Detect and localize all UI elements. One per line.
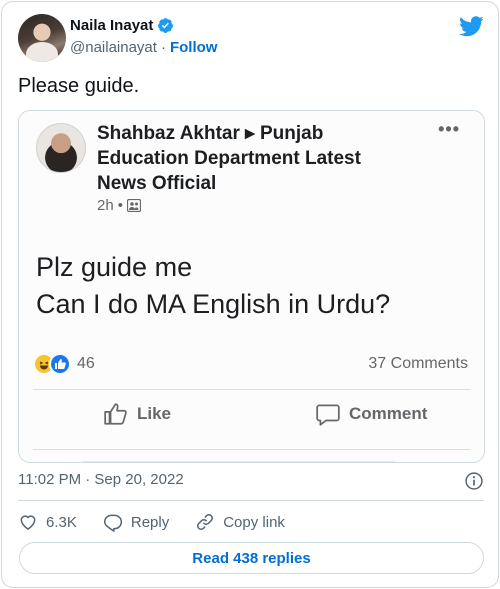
like-reaction-icon xyxy=(49,353,71,375)
author-name-row: Naila Inayat xyxy=(70,17,174,34)
author-handle[interactable]: @nailainayat xyxy=(70,39,157,56)
reply-label: Reply xyxy=(130,513,170,531)
tweet-text: Please guide. xyxy=(18,75,140,97)
facebook-post-screenshot: Shahbaz Akhtar ▸ Punjab Education Depart… xyxy=(19,111,484,462)
post-actions: Like Comment xyxy=(19,401,484,441)
post-body-line-2: Can I do MA English in Urdu? xyxy=(36,289,391,319)
comments-count: 37 Comments xyxy=(368,355,468,372)
post-body-line-1: Plz guide me xyxy=(36,252,193,282)
reply-button[interactable]: Reply xyxy=(103,512,169,532)
post-comment-label: Comment xyxy=(349,404,428,423)
link-icon xyxy=(197,514,214,530)
post-time-row: 2h • xyxy=(97,197,141,214)
twitter-logo-icon[interactable] xyxy=(459,16,484,37)
reactions-summary: 46 xyxy=(33,353,95,375)
follow-link[interactable]: Follow xyxy=(170,39,218,56)
post-author-and-group: Shahbaz Akhtar ▸ Punjab Education Depart… xyxy=(97,123,361,194)
post-author-avatar xyxy=(36,123,86,173)
copy-link-button[interactable]: Copy link xyxy=(195,512,285,532)
info-icon[interactable] xyxy=(464,471,484,491)
tweet-image[interactable]: Shahbaz Akhtar ▸ Punjab Education Depart… xyxy=(18,110,485,463)
next-comment-peek xyxy=(79,461,399,462)
like-button[interactable]: 6.3K xyxy=(18,512,77,532)
thumbs-up-icon xyxy=(104,403,127,425)
copy-link-label: Copy link xyxy=(223,513,285,531)
meta-divider xyxy=(18,500,484,501)
post-like-action: Like xyxy=(103,401,171,427)
post-body: Plz guide me Can I do MA English in Urdu… xyxy=(36,249,466,323)
reply-icon xyxy=(103,514,122,532)
more-options-icon: ••• xyxy=(438,119,460,139)
like-count: 6.3K xyxy=(46,513,77,531)
group-audience-icon xyxy=(126,199,141,212)
author-handle-row: @nailainayat · Follow xyxy=(70,39,217,56)
tweet-header: Naila Inayat @nailainayat · Follow xyxy=(18,14,484,62)
comment-icon xyxy=(316,404,340,426)
verified-icon xyxy=(158,18,174,33)
post-divider-bottom xyxy=(33,449,470,450)
post-time-separator: • xyxy=(117,197,123,214)
post-divider-top xyxy=(33,389,470,390)
handle-separator: · xyxy=(160,39,166,56)
tweet-card: Naila Inayat @nailainayat · Follow Pleas… xyxy=(1,1,499,588)
tweet-meta-row: 11:02 PM · Sep 20, 2022 xyxy=(18,471,484,491)
tweet-actions: 6.3K Reply Copy link xyxy=(18,511,311,533)
tweet-timestamp[interactable]: 11:02 PM · Sep 20, 2022 xyxy=(18,471,184,488)
author-avatar[interactable] xyxy=(18,14,66,62)
post-time: 2h xyxy=(97,197,114,214)
post-comment-action: Comment xyxy=(315,401,427,427)
read-replies-button[interactable]: Read 438 replies xyxy=(19,542,484,574)
reaction-count: 46 xyxy=(77,355,95,372)
post-like-label: Like xyxy=(137,404,172,423)
author-display-name[interactable]: Naila Inayat xyxy=(70,17,153,34)
heart-icon xyxy=(20,515,36,530)
